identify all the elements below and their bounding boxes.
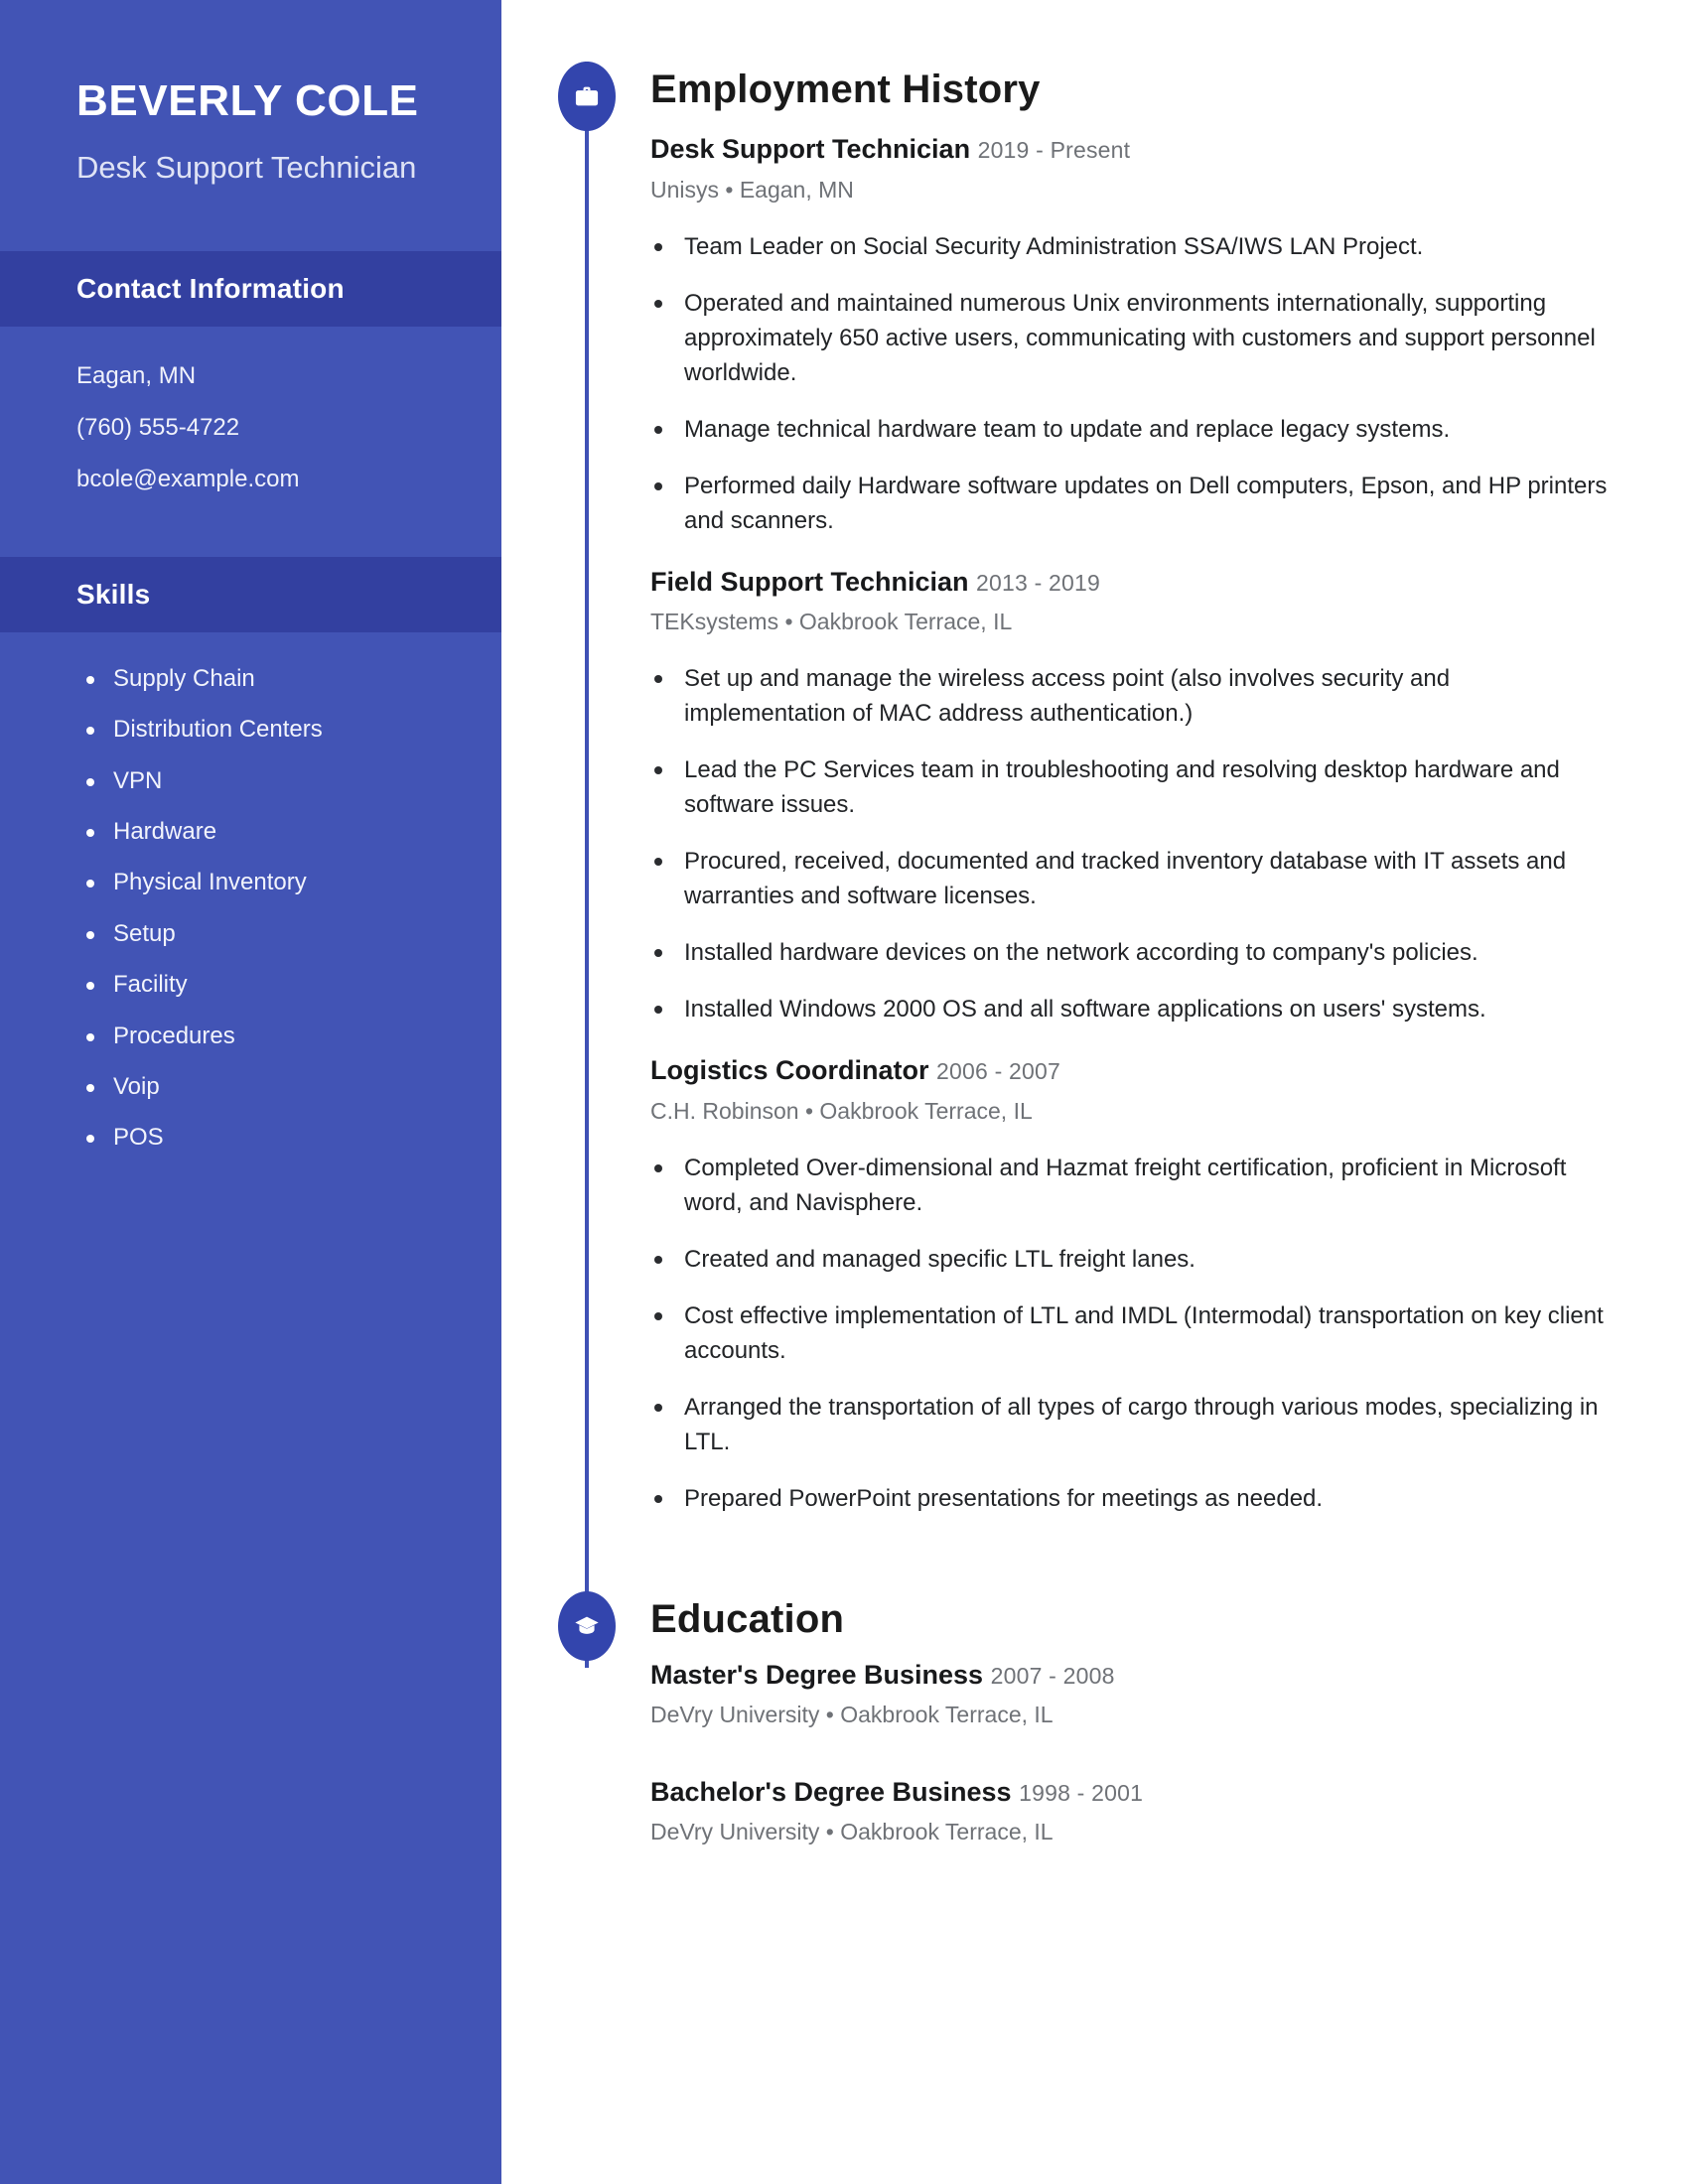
job-bullet: Set up and manage the wireless access po… (650, 661, 1609, 731)
degree-title: Bachelor's Degree Business (650, 1776, 1012, 1807)
job-bullet: Procured, received, documented and track… (650, 844, 1609, 913)
employment-entry: Field Support Technician 2013 - 2019 TEK… (650, 566, 1688, 1027)
school-location: DeVry University • Oakbrook Terrace, IL (650, 1701, 1054, 1727)
employment-heading: Employment History (650, 68, 1041, 111)
skill-item: Physical Inventory (82, 870, 452, 895)
job-bullet: Installed Windows 2000 OS and all softwa… (650, 992, 1609, 1026)
job-company-location: TEKsystems • Oakbrook Terrace, IL (650, 609, 1013, 635)
job-title-line: Field Support Technician 2013 - 2019 (650, 566, 1688, 600)
job-bullet: Completed Over-dimensional and Hazmat fr… (650, 1151, 1609, 1220)
skill-item: Voip (82, 1073, 452, 1100)
skill-item: Setup (82, 920, 452, 947)
main-content: Employment History Desk Support Technici… (501, 0, 1688, 2184)
skill-item: Hardware (82, 818, 452, 845)
candidate-job-title: Desk Support Technician (76, 150, 417, 186)
degree-line: Bachelor's Degree Business 1998 - 2001 (650, 1776, 1688, 1810)
skills-list: Supply Chain Distribution Centers VPN Ha… (0, 632, 501, 1152)
job-dates: 2013 - 2019 (976, 569, 1101, 596)
job-company-location: Unisys • Eagan, MN (650, 176, 854, 203)
degree-line: Master's Degree Business 2007 - 2008 (650, 1659, 1688, 1693)
contact-phone[interactable]: (760) 555-4722 (76, 415, 442, 440)
briefcase-icon (558, 62, 616, 131)
graduation-cap-icon (558, 1591, 616, 1662)
degree-title: Master's Degree Business (650, 1660, 984, 1691)
skill-item: POS (82, 1125, 452, 1151)
job-title-line: Desk Support Technician 2019 - Present (650, 133, 1688, 167)
job-bullet: Operated and maintained numerous Unix en… (650, 286, 1609, 390)
skill-item: Facility (82, 971, 452, 998)
skill-item: Procedures (82, 1023, 452, 1049)
job-bullet: Team Leader on Social Security Administr… (650, 229, 1609, 264)
education-heading: Education (650, 1597, 845, 1642)
job-dates: 2006 - 2007 (936, 1058, 1061, 1085)
job-bullet: Installed hardware devices on the networ… (650, 935, 1609, 970)
job-bullets: Set up and manage the wireless access po… (650, 661, 1688, 1026)
job-bullet: Manage technical hardware team to update… (650, 412, 1609, 447)
job-bullet: Lead the PC Services team in troubleshoo… (650, 752, 1609, 822)
skill-item: VPN (82, 767, 452, 794)
education-entry: Master's Degree Business 2007 - 2008 DeV… (650, 1659, 1688, 1728)
job-bullet: Created and managed specific LTL freight… (650, 1242, 1609, 1277)
skill-item: Distribution Centers (82, 716, 452, 743)
candidate-name: BEVERLY COLE (76, 76, 419, 125)
job-company-location: C.H. Robinson • Oakbrook Terrace, IL (650, 1098, 1033, 1125)
job-bullets: Completed Over-dimensional and Hazmat fr… (650, 1151, 1688, 1516)
contact-email[interactable]: bcole@example.com (76, 467, 442, 491)
contact-location: Eagan, MN (76, 361, 197, 389)
job-title: Logistics Coordinator (650, 1055, 929, 1086)
employment-history-section: Employment History Desk Support Technici… (501, 0, 1688, 1516)
skill-item: Supply Chain (82, 665, 452, 692)
sidebar-header: BEVERLY COLE Desk Support Technician (0, 0, 501, 189)
skills-section-heading: Skills (0, 556, 501, 632)
degree-dates: 1998 - 2001 (1019, 1779, 1144, 1806)
sidebar: BEVERLY COLE Desk Support Technician Con… (0, 0, 501, 2184)
job-title-line: Logistics Coordinator 2006 - 2007 (650, 1054, 1688, 1088)
contact-section-heading: Contact Information (0, 250, 501, 327)
job-bullets: Team Leader on Social Security Administr… (650, 229, 1688, 538)
school-location: DeVry University • Oakbrook Terrace, IL (650, 1818, 1054, 1844)
job-bullet: Arranged the transportation of all types… (650, 1390, 1609, 1459)
employment-entry: Logistics Coordinator 2006 - 2007 C.H. R… (650, 1054, 1688, 1516)
job-bullet: Performed daily Hardware software update… (650, 469, 1609, 538)
job-bullet: Cost effective implementation of LTL and… (650, 1298, 1609, 1368)
employment-entry: Desk Support Technician 2019 - Present U… (650, 133, 1688, 538)
job-title: Desk Support Technician (650, 134, 971, 164)
job-dates: 2019 - Present (977, 137, 1131, 163)
job-bullet: Prepared PowerPoint presentations for me… (650, 1481, 1609, 1516)
education-section: Education Master's Degree Business 2007 … (501, 1591, 1688, 1845)
job-title: Field Support Technician (650, 566, 969, 597)
contact-list: Eagan, MN (760) 555-4722 bcole@example.c… (0, 327, 501, 525)
education-entry: Bachelor's Degree Business 1998 - 2001 D… (650, 1776, 1688, 1845)
resume-page: BEVERLY COLE Desk Support Technician Con… (0, 0, 1688, 2184)
degree-dates: 2007 - 2008 (990, 1663, 1115, 1690)
